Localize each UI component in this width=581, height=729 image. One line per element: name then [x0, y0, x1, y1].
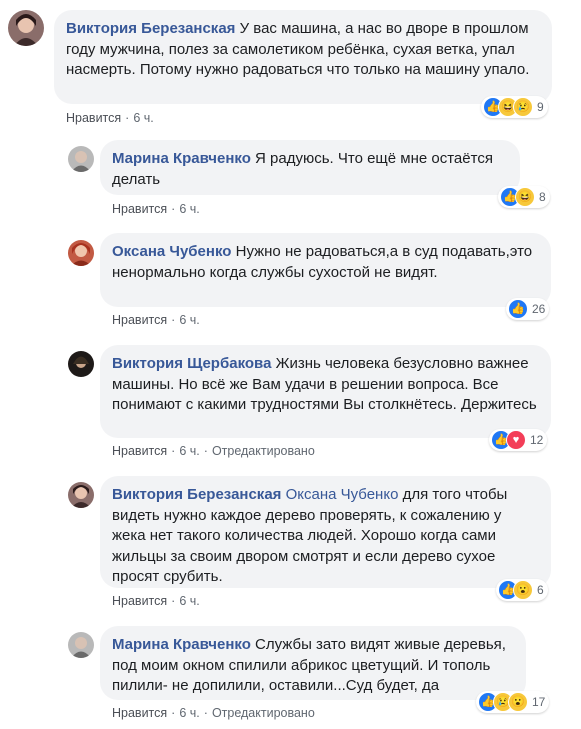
avatar[interactable]: [68, 351, 94, 377]
avatar[interactable]: [68, 482, 94, 508]
comment-bubble: Виктория Березанская У вас машина, а нас…: [54, 10, 552, 104]
reaction-count: 8: [539, 190, 546, 204]
comment-bubble: Марина Кравченко Службы зато видят живые…: [100, 626, 526, 700]
comment-actions: Нравится · 6 ч.: [66, 111, 154, 125]
reaction-summary[interactable]: 👍 😆 😢 9: [481, 96, 548, 118]
comment-time[interactable]: 6 ч.: [179, 706, 199, 720]
reaction-summary[interactable]: 👍 26: [506, 298, 550, 320]
edited-label[interactable]: Отредактировано: [212, 444, 315, 458]
reaction-count: 17: [532, 695, 546, 709]
comment-author[interactable]: Марина Кравченко: [112, 150, 251, 167]
avatar[interactable]: [68, 240, 94, 266]
comment-time[interactable]: 6 ч.: [179, 594, 199, 608]
wow-icon: 😮: [508, 692, 528, 712]
edited-label[interactable]: Отредактировано: [212, 706, 315, 720]
reaction-count: 26: [532, 302, 546, 316]
wow-icon: 😮: [513, 580, 533, 600]
comment-actions: Нравится · 6 ч.: [112, 202, 200, 216]
reaction-summary[interactable]: 👍 😆 8: [498, 186, 550, 208]
reaction-count: 6: [537, 583, 544, 597]
like-link[interactable]: Нравится: [112, 706, 167, 720]
comment-time[interactable]: 6 ч.: [133, 111, 153, 125]
like-link[interactable]: Нравится: [66, 111, 121, 125]
reaction-summary[interactable]: 👍 😮 6: [496, 579, 548, 601]
comment-bubble: Оксана Чубенко Нужно не радоваться,а в с…: [100, 233, 551, 307]
like-link[interactable]: Нравится: [112, 313, 167, 327]
comment-actions: Нравится · 6 ч.: [112, 594, 200, 608]
comment-author[interactable]: Виктория Березанская: [112, 486, 281, 503]
comment-author[interactable]: Виктория Березанская: [66, 20, 235, 37]
avatar[interactable]: [68, 146, 94, 172]
reaction-count: 9: [537, 100, 544, 114]
haha-icon: 😆: [515, 187, 535, 207]
comment-author[interactable]: Оксана Чубенко: [112, 243, 231, 260]
like-link[interactable]: Нравится: [112, 202, 167, 216]
reaction-summary[interactable]: 👍 ♥ 12: [489, 429, 548, 451]
avatar[interactable]: [68, 632, 94, 658]
comment-actions: Нравится · 6 ч. · Отредактировано: [112, 706, 315, 720]
reaction-summary[interactable]: 👍 😢 😮 17: [476, 691, 550, 713]
sad-icon: 😢: [513, 97, 533, 117]
reaction-count: 12: [530, 433, 544, 447]
comment-actions: Нравится · 6 ч. · Отредактировано: [112, 444, 315, 458]
like-icon: 👍: [508, 299, 528, 319]
comment-time[interactable]: 6 ч.: [179, 313, 199, 327]
avatar[interactable]: [8, 10, 44, 46]
love-icon: ♥: [506, 430, 526, 450]
like-link[interactable]: Нравится: [112, 594, 167, 608]
comment-author[interactable]: Виктория Щербакова: [112, 355, 271, 372]
comment-bubble: Марина Кравченко Я радуюсь. Что ещё мне …: [100, 140, 520, 195]
mention-link[interactable]: Оксана Чубенко: [286, 486, 399, 503]
like-link[interactable]: Нравится: [112, 444, 167, 458]
comment-time[interactable]: 6 ч.: [179, 202, 199, 216]
comment-author[interactable]: Марина Кравченко: [112, 636, 251, 653]
comment-actions: Нравится · 6 ч.: [112, 313, 200, 327]
comment-bubble: Виктория Березанская Оксана Чубенко для …: [100, 476, 551, 588]
comment-time[interactable]: 6 ч.: [179, 444, 199, 458]
comment-bubble: Виктория Щербакова Жизнь человека безусл…: [100, 345, 551, 438]
